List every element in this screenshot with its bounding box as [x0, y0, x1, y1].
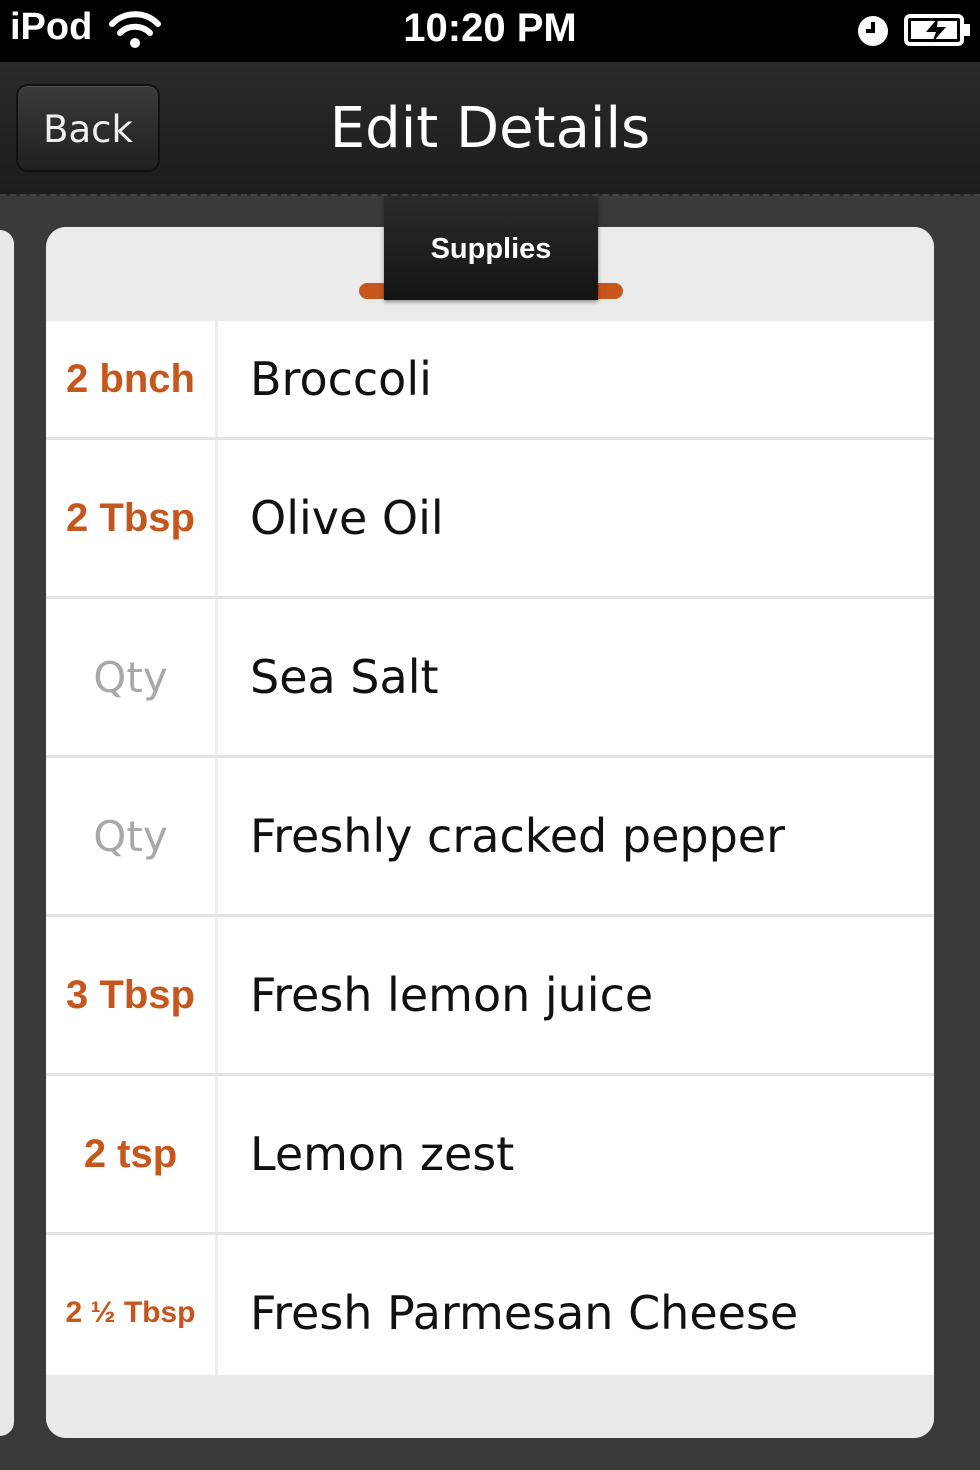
item-name-field[interactable]: Freshly cracked pepper	[250, 758, 785, 914]
item-name-field[interactable]: Sea Salt	[250, 599, 439, 755]
item-name-field[interactable]: Fresh Parmesan Cheese	[250, 1235, 798, 1375]
quantity-field[interactable]: 2 ½ Tbsp	[46, 1235, 218, 1375]
quantity-field[interactable]: Qty	[46, 599, 218, 755]
item-name-field[interactable]: Broccoli	[250, 321, 432, 437]
item-name-field[interactable]: Lemon zest	[250, 1076, 514, 1232]
quantity-field[interactable]: 3 Tbsp	[46, 917, 218, 1073]
item-name-field[interactable]: Fresh lemon juice	[250, 917, 653, 1073]
list-item[interactable]: 2 Tbsp Olive Oil	[46, 440, 934, 599]
navigation-bar: Back Edit Details	[0, 62, 980, 196]
status-time: 10:20 PM	[403, 6, 577, 50]
list-item[interactable]: Qty Sea Salt	[46, 599, 934, 758]
quantity-field[interactable]: 2 bnch	[46, 321, 218, 437]
quantity-field[interactable]: 2 Tbsp	[46, 440, 218, 596]
previous-panel-edge	[0, 230, 14, 1436]
card-footer	[46, 1375, 934, 1438]
alarm-clock-icon	[858, 16, 888, 46]
supplies-list[interactable]: 2 bnch Broccoli 2 Tbsp Olive Oil Qty Sea…	[46, 321, 934, 1375]
list-item[interactable]: 2 bnch Broccoli	[46, 321, 934, 440]
battery-charging-icon	[904, 14, 970, 46]
supplies-card: 2 bnch Broccoli 2 Tbsp Olive Oil Qty Sea…	[46, 227, 934, 1438]
quantity-field[interactable]: 2 tsp	[46, 1076, 218, 1232]
list-item[interactable]: 3 Tbsp Fresh lemon juice	[46, 917, 934, 1076]
quantity-field[interactable]: Qty	[46, 758, 218, 914]
item-name-field[interactable]: Olive Oil	[250, 440, 444, 596]
list-item[interactable]: 2 tsp Lemon zest	[46, 1076, 934, 1235]
list-item[interactable]: Qty Freshly cracked pepper	[46, 758, 934, 917]
tab-supplies[interactable]: Supplies	[384, 196, 598, 300]
status-bar: iPod 10:20 PM	[0, 0, 980, 62]
list-item[interactable]: 2 ½ Tbsp Fresh Parmesan Cheese	[46, 1235, 934, 1375]
page-title: Edit Details	[329, 96, 651, 161]
